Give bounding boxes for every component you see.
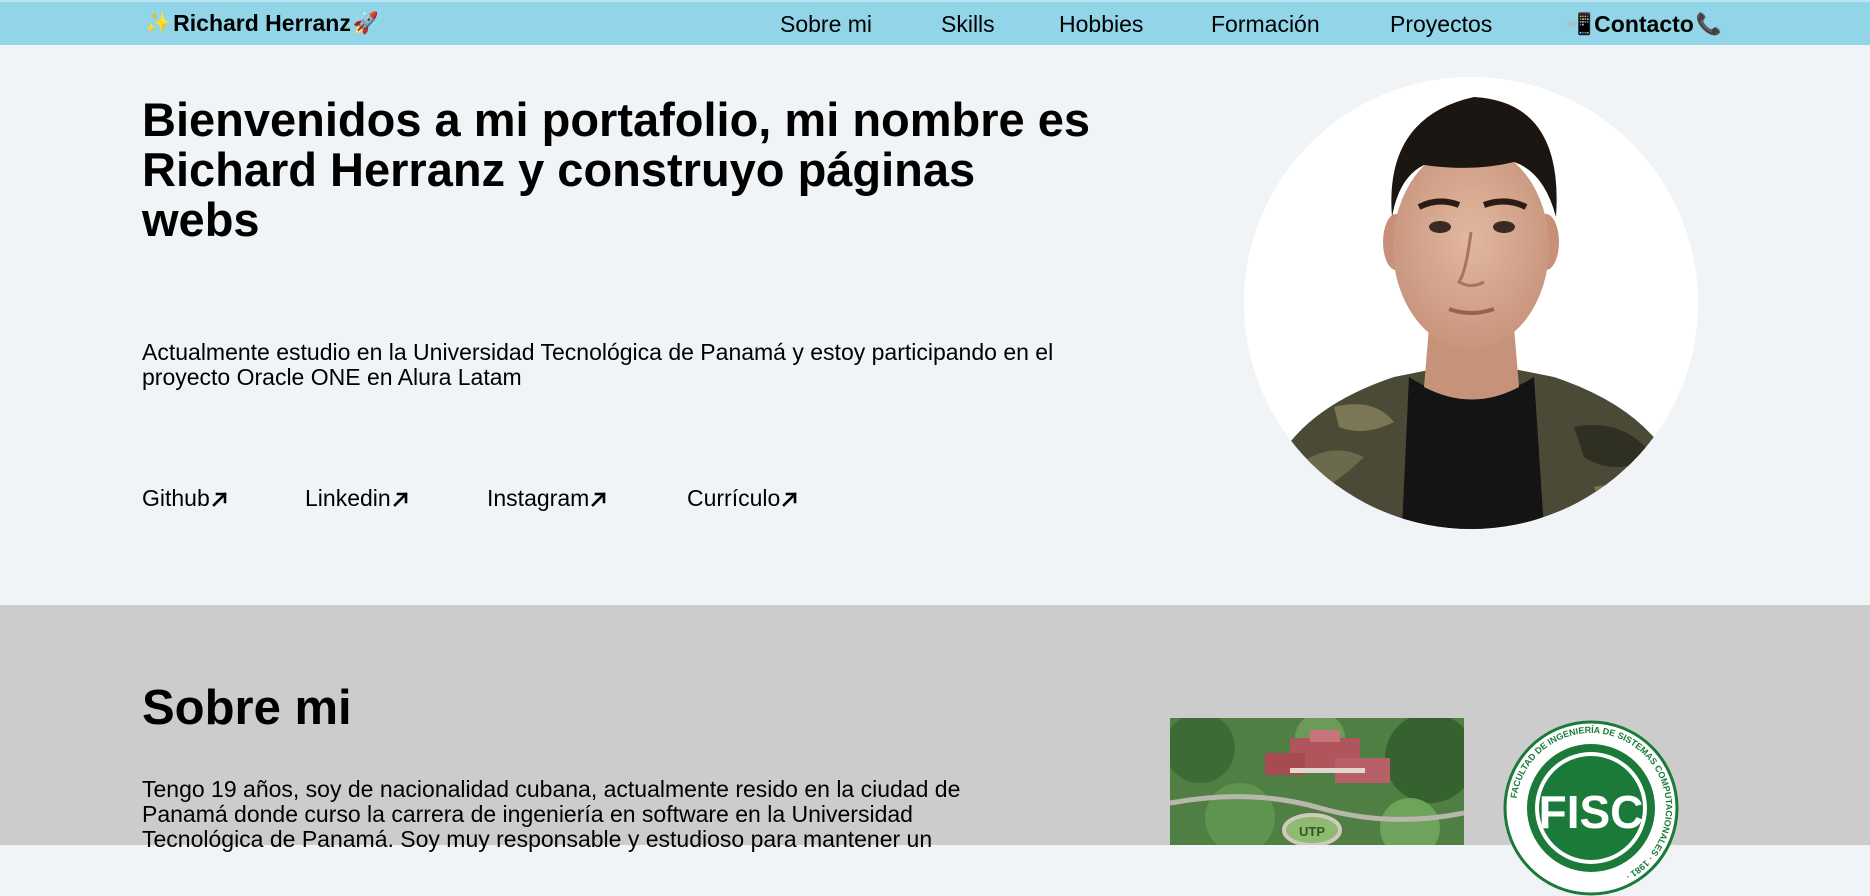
instagram-link[interactable]: Instagram bbox=[487, 485, 608, 512]
top-navbar: ✨ Richard Herranz 🚀 Sobre mi Skills Hobb… bbox=[0, 0, 1870, 45]
nav-link-contacto[interactable]: 📲 Contacto 📞 bbox=[1566, 11, 1722, 38]
nav-link-proyectos[interactable]: Proyectos bbox=[1390, 11, 1492, 38]
mobile-phone-arrow-icon: 📲 bbox=[1566, 13, 1593, 36]
hero-description: Actualmente estudio en la Universidad Te… bbox=[142, 339, 1054, 390]
nav-link-hobbies[interactable]: Hobbies bbox=[1059, 11, 1143, 38]
curriculo-link-label: Currículo bbox=[687, 485, 781, 511]
about-section: Sobre mi Tengo 19 años, soy de nacionali… bbox=[0, 605, 1870, 896]
arrow-up-right-icon bbox=[392, 491, 408, 507]
curriculo-link[interactable]: Currículo bbox=[687, 485, 799, 512]
nav-link-skills[interactable]: Skills bbox=[941, 11, 995, 38]
nav-link-sobre-mi[interactable]: Sobre mi bbox=[780, 11, 872, 38]
fisc-logo-initials: FISC bbox=[1539, 786, 1644, 838]
about-title: Sobre mi bbox=[142, 681, 352, 735]
hero-title: Bienvenidos a mi portafolio, mi nombre e… bbox=[142, 93, 1091, 246]
github-link[interactable]: Github bbox=[142, 485, 229, 512]
brand-link[interactable]: ✨ Richard Herranz 🚀 bbox=[145, 10, 379, 37]
about-text: Tengo 19 años, soy de nacionalidad cuban… bbox=[142, 776, 961, 852]
campus-photo: UTP bbox=[1170, 718, 1464, 845]
linkedin-link[interactable]: Linkedin bbox=[305, 485, 410, 512]
instagram-link-label: Instagram bbox=[487, 485, 590, 511]
profile-photo bbox=[1244, 77, 1698, 529]
arrow-up-right-icon bbox=[591, 491, 607, 507]
brand-name: Richard Herranz bbox=[173, 10, 351, 36]
linkedin-link-label: Linkedin bbox=[305, 485, 391, 511]
rocket-icon: 🚀 bbox=[352, 12, 379, 35]
hero-section: Bienvenidos a mi portafolio, mi nombre e… bbox=[0, 45, 1870, 605]
campus-badge-text: UTP bbox=[1299, 824, 1325, 839]
telephone-receiver-icon: 📞 bbox=[1695, 13, 1722, 36]
fisc-logo: FISC FACULTAD DE INGENIERÍA DE SISTEMAS … bbox=[1503, 720, 1679, 896]
sparkles-icon: ✨ bbox=[145, 12, 172, 35]
arrow-up-right-icon bbox=[211, 491, 227, 507]
nav-link-formacion[interactable]: Formación bbox=[1211, 11, 1320, 38]
contact-label: Contacto bbox=[1594, 11, 1694, 37]
github-link-label: Github bbox=[142, 485, 210, 511]
arrow-up-right-icon bbox=[782, 491, 798, 507]
